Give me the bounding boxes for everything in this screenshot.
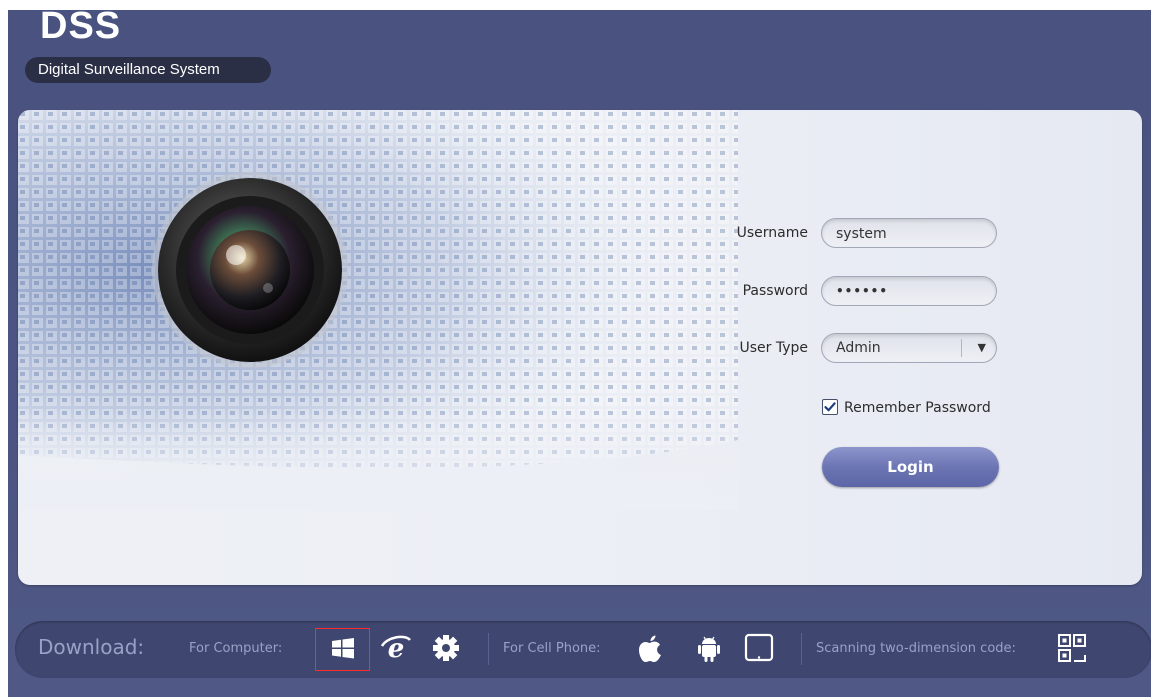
remember-password-checkbox[interactable] — [822, 399, 838, 415]
brand-title: DSS — [40, 5, 122, 47]
for-computer-label: For Computer: — [189, 641, 283, 656]
password-field[interactable]: •••••• — [821, 276, 997, 306]
username-field[interactable] — [821, 218, 997, 248]
download-bar: Download: For Computer: e For Cell Phone… — [15, 621, 1151, 678]
checkmark-icon — [824, 402, 836, 412]
tablet-icon[interactable] — [742, 631, 776, 665]
separator — [801, 633, 802, 665]
username-row: Username — [718, 218, 1018, 252]
login-panel: Username Password •••••• User Type Admin… — [18, 110, 1142, 585]
user-type-row: User Type Admin ▼ — [718, 333, 1018, 367]
password-input[interactable]: •••••• — [836, 277, 888, 305]
username-input[interactable] — [834, 223, 988, 245]
username-label: Username — [736, 225, 808, 241]
user-type-label: User Type — [739, 340, 808, 356]
user-type-select[interactable]: Admin ▼ — [821, 333, 997, 363]
separator — [488, 633, 489, 665]
download-title: Download: — [38, 635, 145, 659]
app-window: DSS Digital Surveillance System Username… — [8, 5, 1151, 697]
login-button[interactable]: Login — [822, 447, 999, 487]
password-label: Password — [742, 283, 808, 299]
chevron-down-icon[interactable]: ▼ — [978, 334, 986, 362]
for-cell-phone-label: For Cell Phone: — [503, 641, 601, 656]
scanning-label: Scanning two-dimension code: — [816, 641, 1016, 656]
apple-icon[interactable] — [633, 631, 667, 665]
select-divider — [961, 339, 962, 357]
camera-lens-banner — [18, 110, 738, 510]
gear-icon[interactable] — [429, 631, 463, 665]
brand-subtitle: Digital Surveillance System — [25, 57, 271, 83]
qr-code-icon[interactable] — [1055, 631, 1089, 665]
remember-password-label[interactable]: Remember Password — [844, 398, 991, 418]
user-type-value: Admin — [836, 340, 881, 356]
windows-icon[interactable] — [326, 631, 360, 665]
internet-explorer-icon[interactable]: e — [379, 631, 413, 665]
android-icon[interactable] — [692, 631, 726, 665]
password-row: Password •••••• — [718, 276, 1018, 310]
